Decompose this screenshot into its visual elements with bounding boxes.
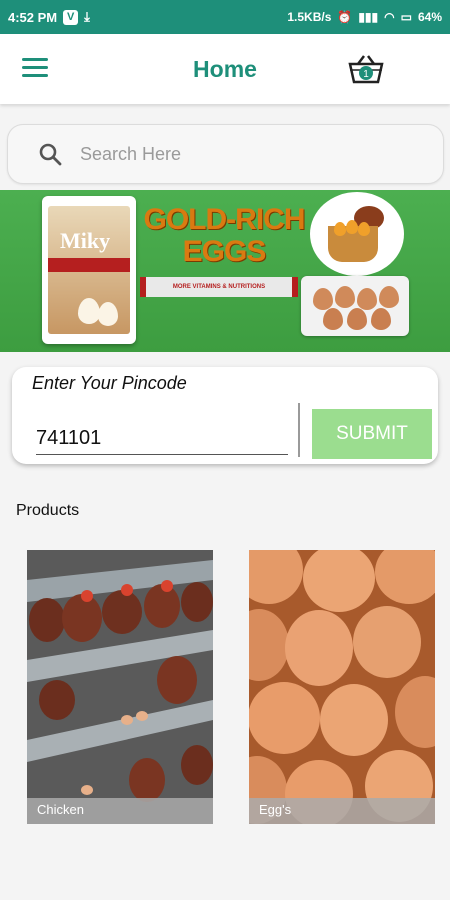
pincode-card: Enter Your Pincode SUBMIT — [12, 367, 438, 464]
search-bar[interactable] — [7, 124, 444, 184]
signal-icon: ▮▮▮ — [358, 10, 379, 24]
app-notification-icon: V — [63, 9, 79, 25]
pincode-divider — [298, 403, 300, 457]
pincode-input[interactable] — [36, 423, 288, 455]
banner-title: GOLD-RICH EGGS — [143, 203, 306, 268]
product-card-eggs[interactable]: Egg's — [249, 550, 435, 824]
download-icon: ⤓ — [84, 9, 90, 24]
promo-banner[interactable]: Miky GOLD-RICH EGGS MORE VITAMINS & NUTR… — [0, 190, 450, 352]
basket-icon: 1 — [348, 55, 384, 84]
egg-pack-image: Miky — [42, 196, 136, 344]
status-bar: 4:52 PM V ⤓ 1.5KB/s ⏰ ▮▮▮ ◠ ▭ 64% — [0, 0, 450, 34]
banner-tagline: MORE VITAMINS & NUTRITIONS — [140, 277, 298, 297]
eggs-image — [249, 550, 435, 824]
pincode-label: Enter Your Pincode — [32, 373, 187, 393]
search-input[interactable] — [80, 143, 380, 165]
submit-button[interactable]: SUBMIT — [312, 409, 432, 459]
egg-tray-image — [301, 276, 409, 336]
cart-count: 1 — [363, 69, 369, 80]
product-card-chicken[interactable]: Chicken — [27, 550, 213, 824]
product-label-chicken: Chicken — [27, 798, 213, 824]
wifi-icon: ◠ — [384, 10, 395, 24]
pack-brand: Miky — [60, 228, 111, 253]
hen-basket-image — [310, 192, 404, 276]
product-label-eggs: Egg's — [249, 798, 435, 824]
alarm-icon: ⏰ — [337, 10, 353, 24]
search-icon — [39, 143, 62, 166]
battery-percent: 64% — [417, 10, 442, 24]
battery-icon: ▭ — [400, 10, 412, 24]
status-time: 4:52 PM — [8, 9, 58, 25]
chicken-image — [27, 550, 213, 824]
network-speed: 1.5KB/s — [287, 10, 332, 24]
cart-button[interactable]: 1 — [346, 54, 386, 86]
app-bar: Home 1 — [0, 34, 450, 104]
products-heading: Products — [16, 502, 80, 519]
